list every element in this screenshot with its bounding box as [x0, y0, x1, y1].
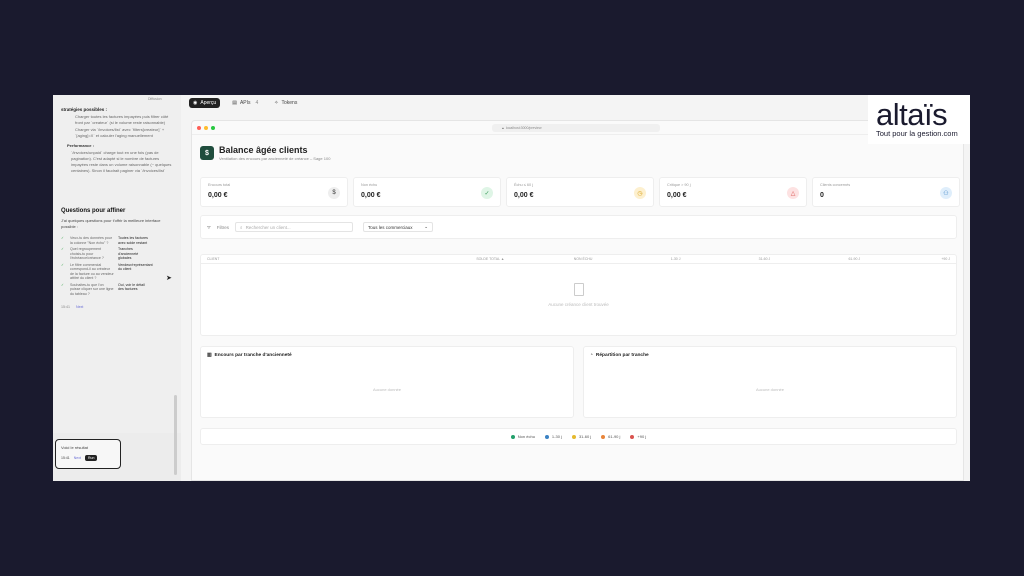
tab-apis[interactable]: ▤ APIs 4: [228, 98, 262, 108]
result-message[interactable]: Voici le résultat 15:41 Next Run: [55, 439, 121, 469]
page-subtitle: Ventilation des encours par ancienneté d…: [219, 156, 331, 161]
check-icon: ✓: [481, 187, 493, 199]
qa-row: ✓ Veux-tu des données pour la colonne "N…: [61, 236, 148, 245]
panel-repartition: ◔ Répartition par tranche Aucune donnée: [583, 346, 957, 418]
legend-item: 1-30 j: [544, 434, 562, 439]
chevron-down-icon: ⌄: [424, 224, 429, 229]
dollar-icon: $: [200, 146, 214, 160]
preview-area: ◉ Aperçu ▤ APIs 4 ✧ Tokens 🔒︎ localhost:…: [181, 95, 970, 481]
kpi-card-critique: Critique > 90 j 0,00 € △: [659, 177, 807, 207]
kpi-card-echu: Échu ≤ 60 j 0,00 € ◷: [506, 177, 654, 207]
grid-icon: ▤: [232, 100, 237, 106]
col-61-90[interactable]: 61-90 J: [770, 257, 860, 261]
aging-table: CLIENT SOLDE TOTAL ▲ NON ÉCHU 1-30 J 31-…: [200, 254, 957, 336]
panel-encours-tranche: ▥ Encours par tranche d'ancienneté Aucun…: [200, 346, 574, 418]
performance-text: `/invoices/unpaid` charge tout en une fo…: [71, 150, 172, 173]
col-31-60[interactable]: 31-60 J: [680, 257, 771, 261]
qa-row: ✓ Souhaites-tu que l'on puisse cliquer s…: [61, 282, 145, 296]
minimize-dot-icon[interactable]: [204, 125, 208, 130]
chart-legend: Non échu 1-30 j 31-60 j 61-90 j +90 j: [200, 428, 957, 445]
kpi-card-clients: Clients concernés 0 ⚇: [812, 177, 960, 207]
qa-row: ✓ Le filtre commercial correspond-il au …: [61, 262, 153, 281]
users-icon: ⚇: [940, 187, 952, 199]
tab-bar: ◉ Aperçu ▤ APIs 4 ✧ Tokens: [189, 97, 301, 109]
browser-bar: 🔒︎ localhost:3000/preview: [192, 121, 963, 135]
check-icon: ✓: [61, 262, 65, 267]
chat-top-label: Diffusion: [148, 97, 162, 101]
check-icon: ✓: [61, 282, 65, 287]
bar-chart-icon: ▥: [207, 353, 212, 358]
logo-tagline: Tout pour la gestion.com: [876, 129, 958, 138]
chat-scrollbar[interactable]: [174, 395, 177, 475]
page-header: $ Balance âgée clients Ventilation des e…: [200, 145, 330, 161]
altais-logo: altaïs Tout pour la gestion.com: [868, 95, 970, 144]
col-solde-total[interactable]: SOLDE TOTAL ▲: [383, 257, 504, 261]
col-1-30[interactable]: 1-30 J: [592, 257, 681, 261]
token-icon: ✧: [274, 100, 279, 106]
strategy-item: Charger via `/invoices/list` avec `filte…: [75, 127, 165, 138]
document-icon: [573, 283, 584, 296]
lock-icon: 🔒︎: [502, 126, 504, 130]
eye-icon: ◉: [193, 100, 198, 106]
close-dot-icon[interactable]: [197, 125, 201, 130]
chat-panel: stratégies possibles : Charger toutes le…: [53, 95, 181, 481]
kpi-cards: Encours total 0,00 € $ Non échu 0,00 € ✓…: [200, 177, 960, 207]
filters-bar: ⛛ Filtres ⌕ Rechercher un client... Tous…: [200, 215, 957, 239]
clock-icon: ◷: [634, 187, 646, 199]
message-meta: 15:41 Next: [61, 304, 84, 310]
next-pill[interactable]: Next: [74, 456, 81, 460]
warning-icon: △: [787, 187, 799, 199]
questions-title: Questions pour affiner: [61, 208, 126, 214]
col-client[interactable]: CLIENT: [207, 257, 383, 261]
questions-desc: J'ai quelques questions pour t'offrir la…: [61, 218, 161, 229]
dollar-icon: $: [328, 187, 340, 199]
col-plus-90[interactable]: +90 J: [860, 257, 950, 261]
mouse-cursor-icon: ➤: [166, 275, 172, 282]
tab-apercu[interactable]: ◉ Aperçu: [189, 98, 221, 108]
check-icon: ✓: [61, 247, 65, 251]
performance-title: Performance :: [67, 143, 94, 148]
maximize-dot-icon[interactable]: [211, 125, 215, 130]
search-input[interactable]: ⌕ Rechercher un client...: [235, 222, 354, 232]
chat-scroll-area[interactable]: stratégies possibles : Charger toutes le…: [53, 95, 181, 433]
check-icon: ✓: [61, 236, 65, 240]
filter-icon: ⛛: [207, 224, 211, 230]
legend-item: 31-60 j: [571, 434, 591, 439]
legend-item: +90 j: [630, 434, 646, 439]
page-title: Balance âgée clients: [219, 145, 308, 155]
commercial-select[interactable]: Tous les commerciaux ⌄: [363, 222, 434, 232]
screen-frame: stratégies possibles : Charger toutes le…: [53, 95, 970, 481]
run-button[interactable]: Run: [84, 455, 98, 461]
kpi-card-encours: Encours total 0,00 € $: [200, 177, 348, 207]
col-non-echu[interactable]: NON ÉCHU: [504, 257, 593, 261]
next-pill[interactable]: Next: [76, 304, 83, 310]
pie-chart-icon: ◔: [590, 353, 593, 358]
tab-tokens[interactable]: ✧ Tokens: [270, 98, 301, 108]
legend-item: Non échu: [510, 434, 535, 439]
browser-window: 🔒︎ localhost:3000/preview $ Balance âgée…: [191, 120, 964, 481]
table-empty-state: Aucune créance client trouvée: [201, 283, 956, 307]
kpi-card-non-echu: Non échu 0,00 € ✓: [353, 177, 501, 207]
table-header: CLIENT SOLDE TOTAL ▲ NON ÉCHU 1-30 J 31-…: [201, 255, 956, 264]
url-bar[interactable]: 🔒︎ localhost:3000/preview: [492, 124, 660, 132]
logo-word: altaïs: [876, 97, 948, 132]
legend-item: 61-90 j: [601, 434, 620, 439]
qa-row: ✓ Quel regroupement choisis-tu pour l'éc…: [61, 247, 139, 260]
filters-label: Filtres: [216, 224, 230, 230]
strategy-item: Charger toutes les factures impayées pui…: [75, 114, 169, 125]
search-icon: ⌕: [240, 224, 243, 230]
strategies-title: stratégies possibles :: [61, 107, 108, 112]
